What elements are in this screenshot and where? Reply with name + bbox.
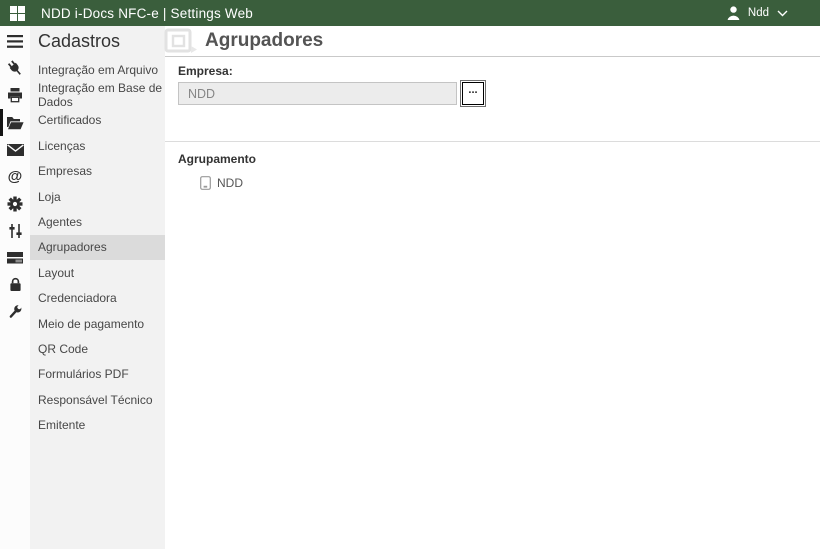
empresa-label: Empresa:: [178, 64, 233, 78]
app-title: NDD i-Docs NFC-e | Settings Web: [41, 5, 254, 21]
sidebar-item-certificados[interactable]: Certificados: [30, 108, 165, 133]
rail-item-cadastros[interactable]: [0, 109, 30, 136]
folder-open-icon: [7, 116, 24, 129]
sidebar-menu: Cadastros Integração em Arquivo Integraç…: [30, 26, 165, 549]
icon-rail: @: [0, 26, 30, 549]
agrupamento-label: Agrupamento: [178, 152, 256, 166]
sidebar-item-integracao-em-arquivo[interactable]: Integração em Arquivo: [30, 57, 165, 82]
plug-icon: [7, 60, 21, 75]
menu-title: Cadastros: [38, 31, 121, 51]
topbar: NDD i-Docs NFC-e | Settings Web Ndd: [0, 0, 820, 26]
agrupamento-tree-node[interactable]: NDD: [200, 176, 820, 190]
sidebar-item-agrupadores[interactable]: Agrupadores: [30, 234, 165, 261]
sidebar-item-agentes[interactable]: Agentes: [30, 209, 165, 234]
wrench-icon: [9, 304, 22, 318]
envelope-icon: [6, 143, 24, 156]
sidebar-item-qr-code[interactable]: QR Code: [30, 336, 165, 361]
sidebar-item-loja[interactable]: Loja: [30, 184, 165, 209]
rail-item-seguranca[interactable]: [0, 271, 30, 298]
server-list-icon: [7, 251, 23, 263]
sidebar-item-credenciadora[interactable]: Credenciadora: [30, 286, 165, 311]
printer-icon: [8, 88, 22, 103]
main-content: Agrupadores Empresa: ... Agrupamento NDD: [164, 26, 820, 549]
sliders-icon: [8, 223, 22, 238]
hamburger-icon: [7, 35, 23, 48]
tree-node-label: NDD: [217, 176, 243, 190]
tree-node-icon: [200, 176, 211, 190]
form-area: Empresa: ... Agrupamento NDD: [165, 57, 820, 190]
empresa-browse-button[interactable]: ...: [460, 80, 486, 107]
app-root: NDD i-Docs NFC-e | Settings Web Ndd @ Ca…: [0, 0, 820, 549]
rail-item-menu-toggle[interactable]: [0, 28, 30, 55]
user-icon: [727, 6, 740, 20]
rail-item-contato[interactable]: @: [0, 163, 30, 190]
gear-icon: [7, 196, 23, 211]
sidebar-item-formularios-pdf[interactable]: Formulários PDF: [30, 362, 165, 387]
sidebar-item-responsavel-tecnico[interactable]: Responsável Técnico: [30, 387, 165, 412]
empresa-input[interactable]: [178, 82, 457, 105]
sidebar-item-empresas[interactable]: Empresas: [30, 159, 165, 184]
rail-item-ferramentas[interactable]: [0, 298, 30, 325]
rail-item-parametros[interactable]: [0, 217, 30, 244]
sidebar-item-integracao-em-base-de-dados[interactable]: Integração em Base de Dados: [30, 81, 165, 109]
shell: @ Cadastros Integração em Arquivo Integr…: [0, 26, 820, 549]
rail-item-servicos[interactable]: [0, 244, 30, 271]
rail-item-email[interactable]: [0, 136, 30, 163]
sidebar-item-emitente[interactable]: Emitente: [30, 412, 165, 437]
rail-item-impressao[interactable]: [0, 82, 30, 109]
sidebar-item-licencas[interactable]: Licenças: [30, 133, 165, 158]
page-title: Agrupadores: [205, 30, 324, 51]
chevron-down-icon: [777, 10, 788, 16]
user-menu[interactable]: Ndd: [727, 6, 810, 20]
rail-item-configuracoes[interactable]: [0, 190, 30, 217]
sidebar-item-layout[interactable]: Layout: [30, 260, 165, 285]
section-divider: [165, 141, 820, 142]
rail-item-integracao-arquivo[interactable]: [0, 55, 30, 82]
user-label: Ndd: [747, 7, 769, 19]
empresa-row: ...: [178, 80, 820, 107]
sidebar-item-meio-de-pagamento[interactable]: Meio de pagamento: [30, 311, 165, 336]
page-header: Agrupadores: [164, 26, 820, 57]
agrupadores-page-icon: [164, 28, 197, 53]
lock-icon: [9, 277, 21, 291]
at-sign-icon: @: [7, 168, 23, 185]
apps-grid-icon[interactable]: [10, 5, 25, 21]
